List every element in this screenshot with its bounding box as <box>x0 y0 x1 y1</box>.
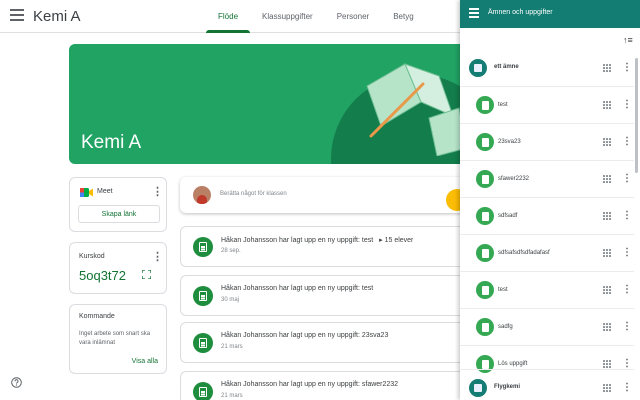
topic-icon <box>469 59 487 77</box>
assignment-icon <box>193 382 213 400</box>
meet-camera-icon <box>80 188 93 197</box>
main-menu-icon[interactable] <box>10 9 24 23</box>
assignment-label: sdfsadf <box>498 213 518 219</box>
assignment-more-icon[interactable] <box>622 136 632 147</box>
class-banner: Kemi A <box>69 44 469 164</box>
assignment-icon <box>476 207 494 225</box>
assignment-icon <box>193 333 213 353</box>
assignment-item[interactable]: sfawer2232 <box>460 160 634 197</box>
tab-people[interactable]: Personer <box>325 0 381 33</box>
tab-classwork[interactable]: Klassuppgifter <box>250 0 325 33</box>
assignment-icon <box>476 133 494 151</box>
post-date: 28 sep. <box>221 248 241 254</box>
assignment-label: 23sva23 <box>498 139 521 145</box>
fullscreen-icon[interactable] <box>142 270 151 279</box>
drag-handle-icon[interactable] <box>603 249 611 257</box>
assignment-more-icon[interactable] <box>622 284 632 295</box>
class-title[interactable]: Kemi A <box>33 8 81 25</box>
avatar <box>193 186 211 204</box>
assignment-more-icon[interactable] <box>622 173 632 184</box>
drag-handle-icon[interactable] <box>603 384 611 392</box>
topic-item[interactable]: Flygkemi <box>460 369 634 400</box>
drag-handle-icon[interactable] <box>603 323 611 331</box>
post-date: 21 mars <box>221 393 243 399</box>
drag-handle-icon[interactable] <box>603 286 611 294</box>
class-code-value: 5oq3t72 <box>79 268 126 283</box>
assignment-more-icon[interactable] <box>622 247 632 258</box>
help-icon[interactable] <box>11 377 22 388</box>
assignment-item[interactable]: sdfsadf <box>460 197 634 234</box>
assignment-label: Lös uppgift <box>498 361 528 367</box>
meet-more-icon[interactable] <box>152 187 163 198</box>
upcoming-label: Kommande <box>79 313 115 320</box>
book-illustration-icon <box>366 63 467 156</box>
stream-post[interactable]: Håkan Johansson har lagt upp en ny uppgi… <box>180 371 470 400</box>
topic-label: Flygkemi <box>494 384 521 390</box>
students-dropdown[interactable]: ▸ 15 elever <box>379 237 413 244</box>
assignment-item[interactable]: test <box>460 86 634 123</box>
drawer-title: Ämnen och uppgifter <box>488 9 553 16</box>
upcoming-card: Kommande Inget arbete som snart ska vara… <box>69 304 167 374</box>
stream-post[interactable]: Håkan Johansson har lagt upp en ny uppgi… <box>180 322 470 363</box>
assignment-label: sdfsafsdfsdfadafasf <box>498 250 550 256</box>
view-all-link[interactable]: Visa alla <box>132 358 158 365</box>
topic-more-icon[interactable] <box>622 382 632 393</box>
assignment-more-icon[interactable] <box>622 99 632 110</box>
assignment-more-icon[interactable] <box>622 358 632 369</box>
assignment-icon <box>476 318 494 336</box>
assignment-item[interactable]: test <box>460 271 634 308</box>
drag-handle-icon[interactable] <box>603 101 611 109</box>
assignment-icon <box>476 281 494 299</box>
upcoming-text: Inget arbete som snart ska vara inlämnat <box>79 331 151 346</box>
class-code-label: Kurskod <box>79 253 105 260</box>
drawer-scrollbar[interactable] <box>635 58 638 173</box>
post-date: 21 mars <box>221 344 243 350</box>
announce-input[interactable]: Berätta något för klassen <box>220 191 287 197</box>
post-date: 30 maj <box>221 297 240 303</box>
drag-handle-icon[interactable] <box>603 175 611 183</box>
drawer-header: Ämnen och uppgifter <box>460 0 640 28</box>
banner-title: Kemi A <box>81 132 142 153</box>
drag-handle-icon[interactable] <box>603 64 611 72</box>
meet-label: Meet <box>97 188 113 195</box>
sort-icon[interactable]: ↑≡ <box>623 35 633 45</box>
assignment-more-icon[interactable] <box>622 210 632 221</box>
topics-drawer: Ämnen och uppgifter ↑≡ ett ämne test 23sv… <box>460 0 640 400</box>
post-title: Håkan Johansson har lagt upp en ny uppgi… <box>221 237 414 244</box>
assignment-label: sfawer2232 <box>498 176 530 182</box>
assignment-more-icon[interactable] <box>622 321 632 332</box>
class-code-card: Kurskod 5oq3t72 <box>69 242 167 294</box>
assignment-icon <box>476 170 494 188</box>
assignment-icon <box>476 244 494 262</box>
meet-card: Meet Skapa länk <box>69 177 167 232</box>
post-title: Håkan Johansson har lagt upp en ny uppgi… <box>221 285 374 292</box>
topic-icon <box>469 379 487 397</box>
assignment-icon <box>193 237 213 257</box>
tab-stream[interactable]: Flöde <box>206 0 251 33</box>
topic-label: ett ämne <box>494 64 519 70</box>
topic-item[interactable]: ett ämne <box>460 50 634 86</box>
post-title: Håkan Johansson har lagt upp en ny uppgi… <box>221 332 389 339</box>
class-tabs: Flöde Klassuppgifter Personer Betyg <box>206 0 426 33</box>
stream-post[interactable]: Håkan Johansson har lagt upp en ny uppgi… <box>180 226 470 267</box>
drag-handle-icon[interactable] <box>603 212 611 220</box>
class-code-more-icon[interactable] <box>152 252 163 263</box>
topic-more-icon[interactable] <box>622 62 632 73</box>
drag-handle-icon[interactable] <box>603 360 611 368</box>
create-link-button[interactable]: Skapa länk <box>78 205 160 223</box>
assignment-icon <box>476 96 494 114</box>
post-title: Håkan Johansson har lagt upp en ny uppgi… <box>221 381 399 388</box>
assignment-label: sadfg <box>498 324 513 330</box>
tab-grades[interactable]: Betyg <box>381 0 425 33</box>
assignment-item[interactable]: sdfsafsdfsdfadafasf <box>460 234 634 271</box>
announce-box[interactable]: Berätta något för klassen <box>180 177 470 213</box>
drag-handle-icon[interactable] <box>603 138 611 146</box>
stream-post[interactable]: Håkan Johansson har lagt upp en ny uppgi… <box>180 275 470 316</box>
assignment-item[interactable]: sadfg <box>460 308 634 345</box>
assignment-item[interactable]: 23sva23 <box>460 123 634 160</box>
assignment-label: test <box>498 287 508 293</box>
assignment-icon <box>193 286 213 306</box>
drawer-menu-icon[interactable] <box>469 8 479 18</box>
assignment-label: test <box>498 102 508 108</box>
